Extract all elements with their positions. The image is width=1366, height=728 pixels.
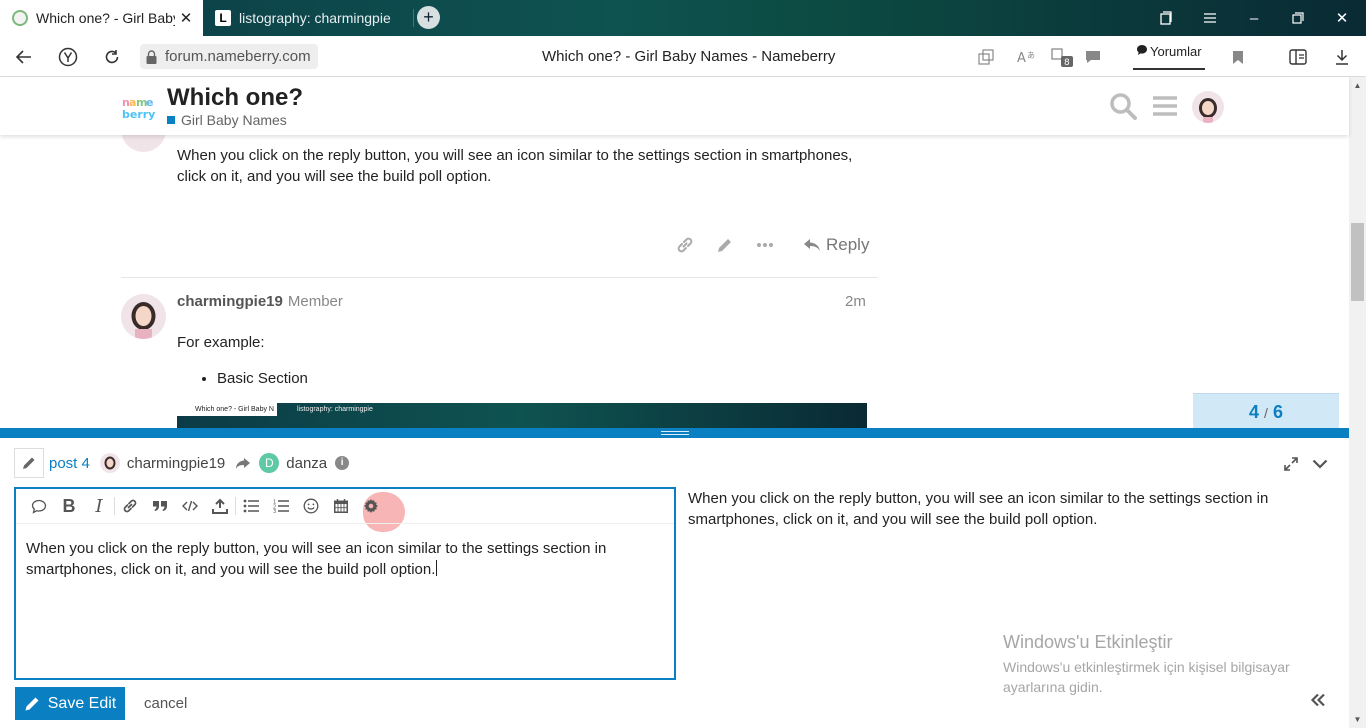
svg-text:3: 3: [273, 509, 276, 513]
numbered-list-icon[interactable]: 123: [266, 491, 296, 521]
post-reference-link[interactable]: post 4: [49, 455, 90, 472]
menu-icon[interactable]: [1188, 0, 1232, 36]
author-name[interactable]: charmingpie19: [177, 293, 283, 310]
svg-text:8: 8: [1064, 58, 1070, 68]
save-pencil-icon: [25, 697, 39, 711]
svg-text:A: A: [1017, 51, 1026, 66]
minimize-button[interactable]: –: [1232, 0, 1276, 36]
scroll-down-icon[interactable]: ▼: [1349, 711, 1366, 728]
post-time[interactable]: 2m: [845, 293, 866, 310]
screenshot-icon[interactable]: [974, 45, 998, 69]
to-username[interactable]: danza: [286, 455, 327, 472]
edit-action-icon[interactable]: [14, 448, 44, 478]
reload-icon[interactable]: [99, 44, 125, 70]
collapse-chevron-icon[interactable]: [1308, 452, 1332, 476]
collections-icon[interactable]: [1144, 0, 1188, 36]
url-field[interactable]: forum.nameberry.com: [140, 44, 318, 69]
site-header: n a m e berry Which one? Girl Baby Names: [0, 77, 1349, 135]
editor-panel: B I 123 When you click on the reply butt…: [14, 487, 676, 680]
search-icon[interactable]: [1108, 91, 1138, 121]
previous-post-avatar[interactable]: [121, 135, 166, 152]
browser-tab-strip: Which one? - Girl Baby N ✕ L listography…: [0, 0, 1366, 36]
bold-icon[interactable]: B: [54, 491, 84, 521]
fullscreen-icon[interactable]: [1279, 452, 1303, 476]
link-icon[interactable]: [115, 491, 145, 521]
list-item: Basic Section: [217, 370, 308, 387]
address-bar: forum.nameberry.com Which one? - Girl Ba…: [0, 36, 1366, 77]
translate-icon[interactable]: Aあ: [1014, 45, 1038, 69]
chat-bubble-icon[interactable]: [1081, 45, 1105, 69]
page-scrollbar[interactable]: ▲ ▼: [1349, 77, 1366, 728]
charmingpie-avatar[interactable]: [121, 294, 166, 339]
nameberry-favicon-icon: [12, 10, 28, 26]
back-arrow-icon[interactable]: [11, 44, 37, 70]
reply-arrow-icon: [803, 238, 821, 252]
reply-user-avatar: [99, 453, 120, 473]
close-tab-icon[interactable]: ✕: [175, 9, 197, 27]
tab-which-one[interactable]: Which one? - Girl Baby N ✕: [0, 0, 203, 36]
post-intro: For example:: [177, 334, 265, 351]
code-icon[interactable]: [175, 491, 205, 521]
editor-toolbar: B I 123: [16, 489, 674, 524]
windows-activation-watermark: Windows'u Etkinleştir Windows'u etkinleş…: [1003, 632, 1290, 695]
scrollbar-thumb[interactable]: [1351, 223, 1364, 301]
post-actions: Reply: [665, 230, 869, 260]
current-user-avatar[interactable]: [1192, 91, 1224, 123]
comments-button[interactable]: Yorumlar: [1133, 44, 1205, 70]
sidebar-panel-icon[interactable]: [1286, 45, 1310, 69]
editor-preview: When you click on the reply button, you …: [688, 490, 1269, 528]
svg-text:あ: あ: [1027, 51, 1035, 60]
bookmark-icon[interactable]: [1226, 45, 1250, 69]
restore-button[interactable]: [1276, 0, 1320, 36]
new-tab-button[interactable]: +: [417, 6, 440, 29]
info-icon[interactable]: i: [335, 456, 350, 470]
composer-resize-handle[interactable]: [0, 428, 1349, 438]
more-options-icon[interactable]: [745, 230, 785, 260]
cancel-link[interactable]: cancel: [144, 695, 187, 712]
extensions-badge-icon[interactable]: 8: [1048, 45, 1076, 69]
speech-bubble-icon[interactable]: [24, 491, 54, 521]
share-arrow-icon: [235, 457, 251, 470]
quote-icon[interactable]: [145, 491, 175, 521]
bullet-list-icon[interactable]: [236, 491, 266, 521]
calendar-icon[interactable]: [326, 491, 356, 521]
emoji-icon[interactable]: [296, 491, 326, 521]
edit-pencil-icon[interactable]: [705, 230, 745, 260]
editor-textarea[interactable]: When you click on the reply button, you …: [26, 538, 656, 580]
danza-avatar: D: [259, 453, 280, 473]
category-badge[interactable]: Girl Baby Names: [167, 112, 287, 128]
topic-progress[interactable]: 4 / 6: [1193, 393, 1339, 428]
author-role: Member: [287, 293, 343, 310]
composer-action-row: post 4 charmingpie19 D danza i: [14, 448, 350, 478]
listography-favicon-icon: L: [215, 10, 231, 26]
topic-title[interactable]: Which one?: [167, 84, 303, 112]
post-author: charmingpie19 Member: [177, 293, 343, 310]
link-icon[interactable]: [665, 230, 705, 260]
close-window-button[interactable]: ✕: [1320, 0, 1364, 36]
post-bullet-list: Basic Section: [217, 370, 308, 387]
embedded-screenshot[interactable]: Which one? - Girl Baby N listography: ch…: [177, 403, 867, 428]
save-edit-button[interactable]: Save Edit: [15, 687, 125, 720]
download-icon[interactable]: [1330, 45, 1354, 69]
previous-post-body: When you click on the reply button, you …: [177, 147, 853, 185]
lock-icon: [146, 49, 157, 64]
reply-button[interactable]: Reply: [787, 235, 869, 255]
scroll-up-icon[interactable]: ▲: [1349, 77, 1366, 94]
reply-username[interactable]: charmingpie19: [127, 455, 225, 472]
svg-text:berry: berry: [122, 108, 155, 121]
topic-posts: When you click on the reply button, you …: [0, 135, 1349, 428]
italic-icon[interactable]: I: [84, 491, 114, 521]
page-title-bar: Which one? - Girl Baby Names - Nameberry: [542, 48, 836, 65]
tab-listography[interactable]: L listography: charmingpie: [203, 0, 414, 36]
yandex-icon[interactable]: [55, 44, 81, 70]
hamburger-menu-icon[interactable]: [1150, 91, 1180, 121]
comment-icon: [1136, 44, 1148, 56]
upload-icon[interactable]: [205, 491, 235, 521]
reply-composer: post 4 charmingpie19 D danza i B I 1 2 3…: [0, 428, 1349, 728]
nameberry-logo[interactable]: n a m e berry: [121, 95, 159, 121]
gear-icon[interactable]: [356, 491, 386, 521]
